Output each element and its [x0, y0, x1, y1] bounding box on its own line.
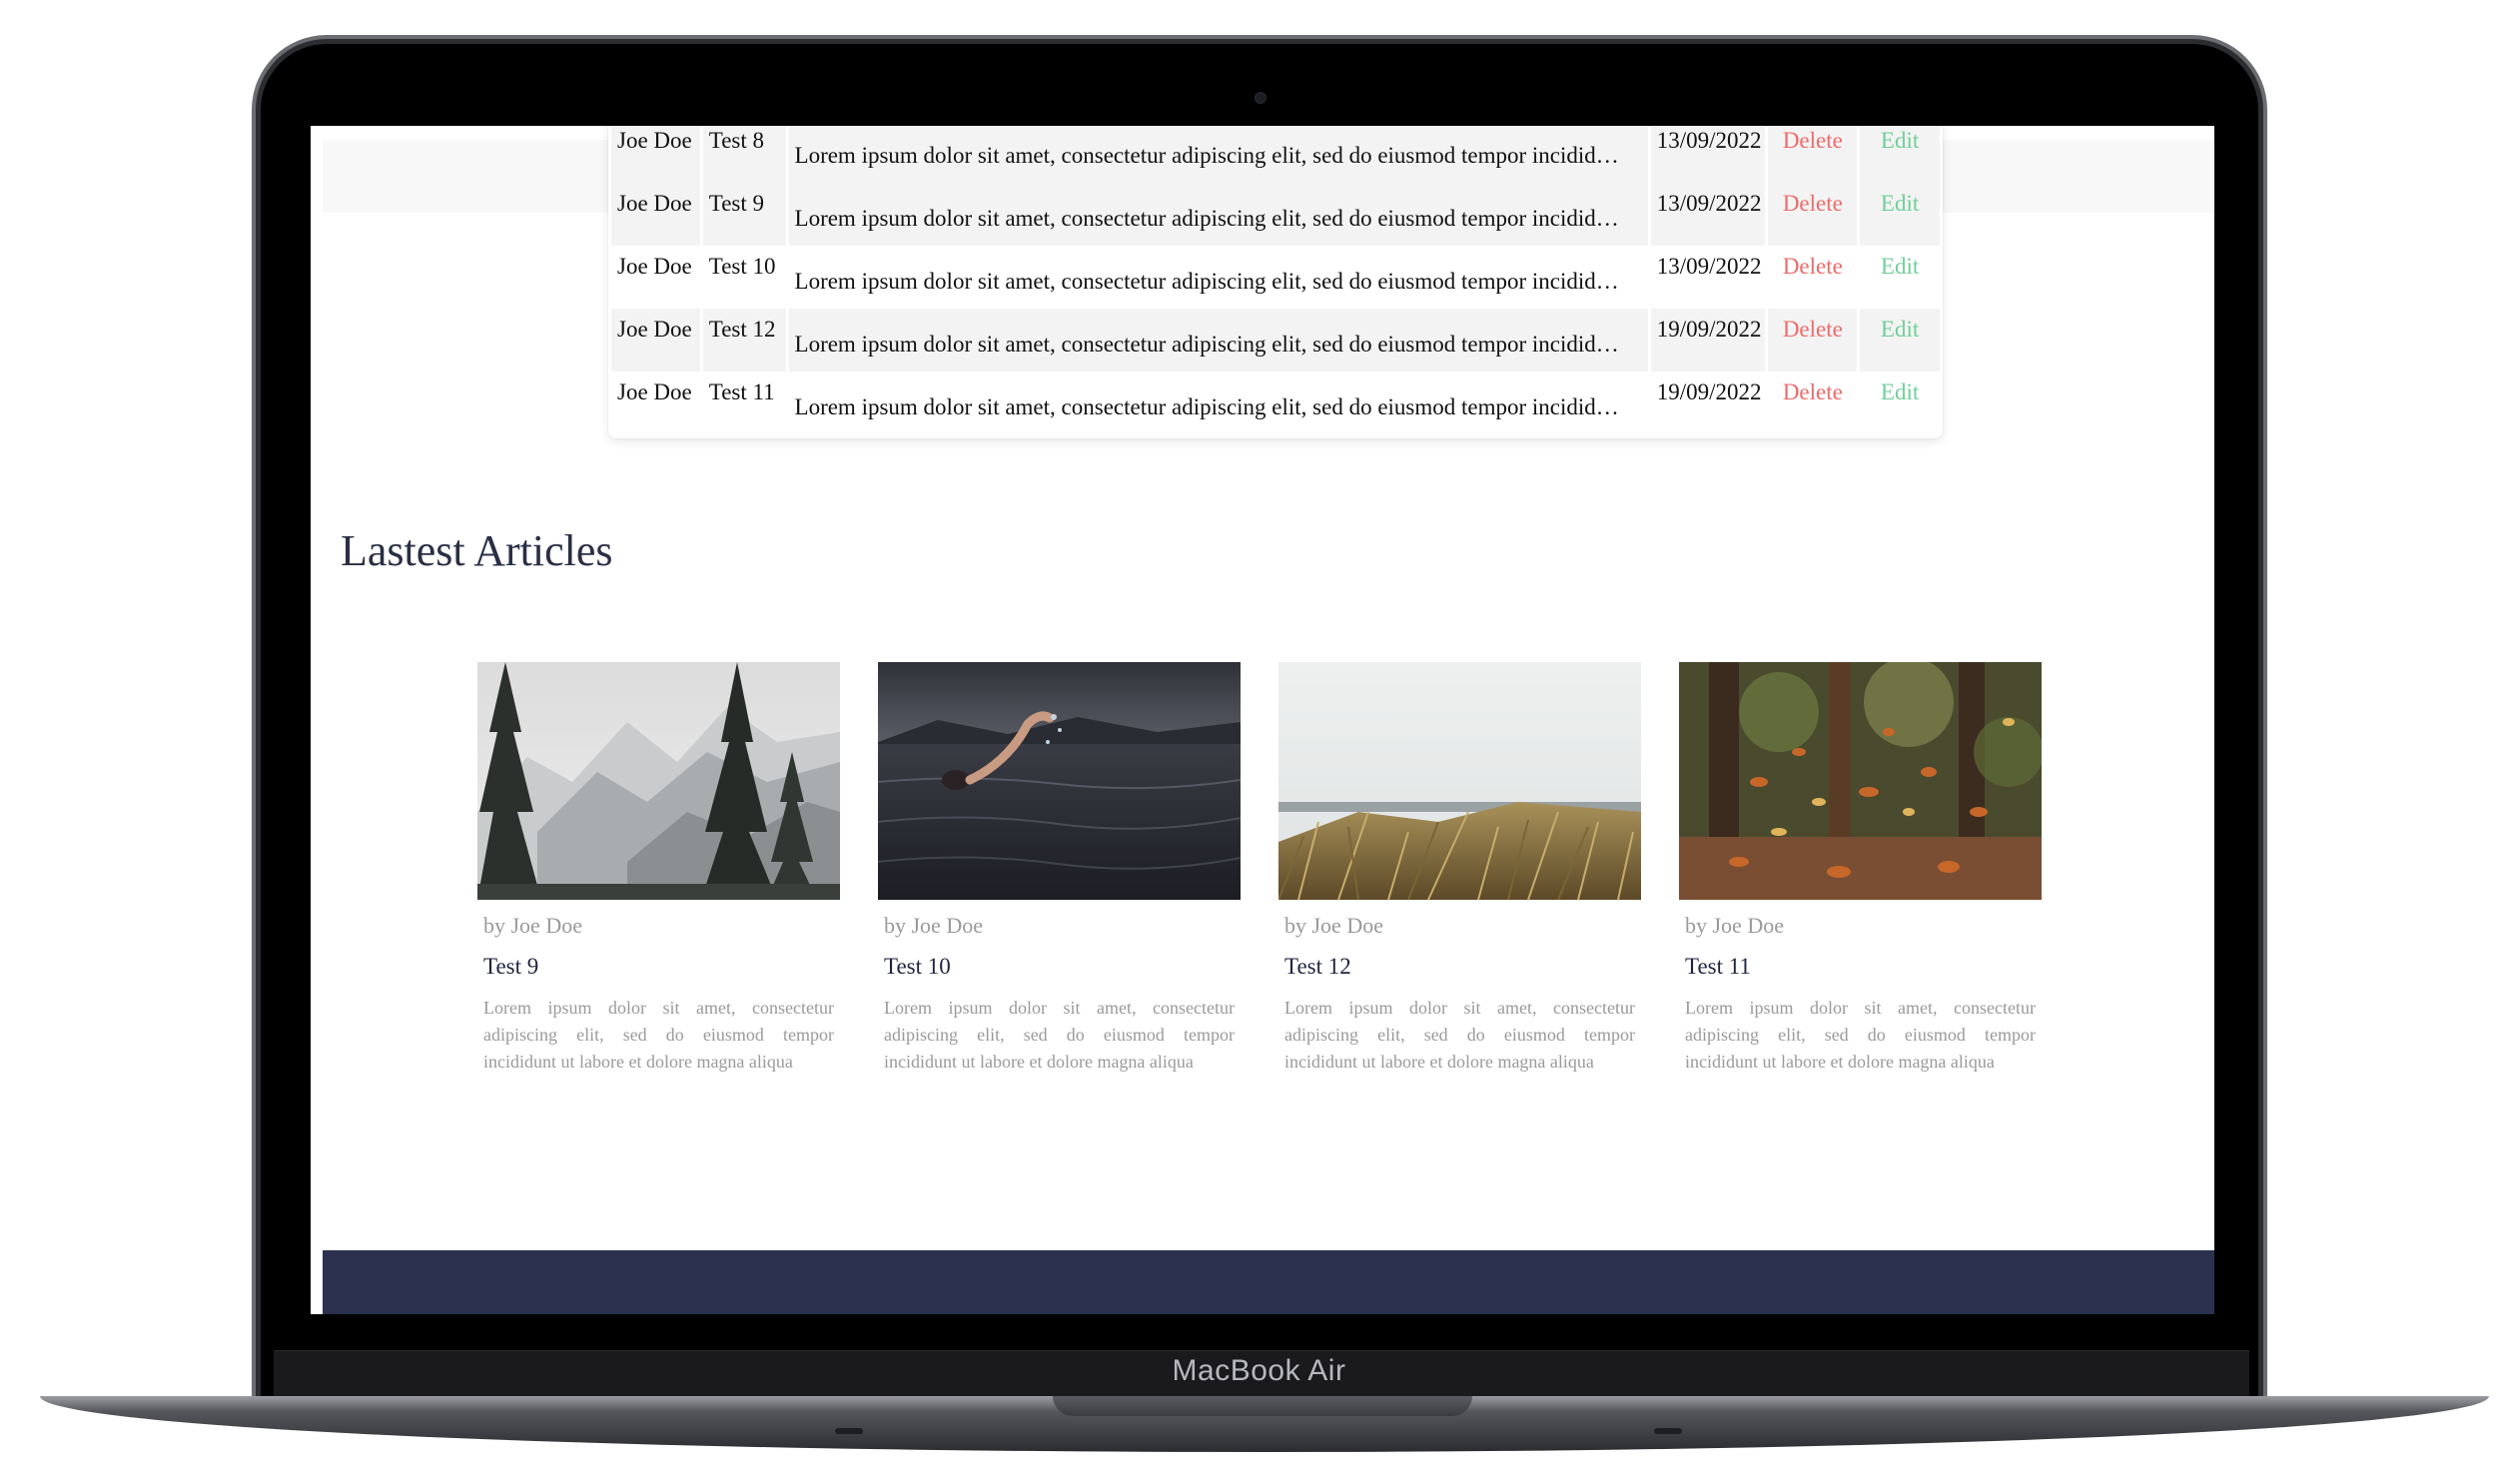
laptop-foot-left [835, 1428, 863, 1434]
article-author: by Joe Doe [1284, 913, 1383, 938]
body-cell: Lorem ipsum dolor sit amet, consectetur … [794, 394, 1619, 419]
body-cell: Lorem ipsum dolor sit amet, consectetur … [788, 126, 1648, 183]
edit-button[interactable]: Edit [1860, 246, 1940, 309]
author-cell: Joe Doe [617, 254, 692, 279]
delete-button[interactable]: Delete [1768, 183, 1858, 246]
article-title[interactable]: Test 11 [1685, 954, 2036, 980]
snowy-mountain-pines-photo[interactable] [477, 662, 840, 900]
title-cell: Test 12 [702, 309, 786, 371]
title-cell: Test 10 [708, 254, 776, 279]
edit-button[interactable]: Edit [1860, 309, 1940, 371]
article-title[interactable]: Test 9 [483, 954, 834, 980]
camera-icon [1255, 92, 1266, 104]
article-card[interactable]: by Joe Doe Test 11 Lorem ipsum dolor sit… [1679, 662, 2042, 1076]
delete-button[interactable]: Delete [1768, 246, 1857, 309]
edit-button[interactable]: Edit [1860, 371, 1940, 434]
autumn-falling-leaves-photo[interactable] [1679, 662, 2042, 900]
edit-button[interactable]: Edit [1860, 126, 1940, 183]
swimmer-in-lake-photo[interactable] [878, 662, 1241, 900]
posts-table: Joe Doe Test 8 Lorem ipsum dolor sit ame… [608, 126, 1943, 438]
article-title[interactable]: Test 12 [1284, 954, 1635, 980]
date-cell: 13/09/2022 [1656, 254, 1762, 279]
table-row: Joe Doe Test 12 Lorem ipsum dolor sit am… [611, 309, 1940, 371]
article-excerpt: Lorem ipsum dolor sit amet, consectetur … [1685, 998, 2036, 1072]
delete-button[interactable]: Delete [1768, 371, 1857, 434]
browser-viewport: Joe Doe Test 8 Lorem ipsum dolor sit ame… [311, 126, 2214, 1314]
beach-dune-grass-photo[interactable] [1278, 662, 1641, 900]
table-row: Joe Doe Test 10 Lorem ipsum dolor sit am… [611, 246, 1940, 309]
body-cell: Lorem ipsum dolor sit amet, consectetur … [794, 269, 1619, 294]
date-cell: 19/09/2022 [1656, 379, 1762, 404]
device-label: MacBook Air [1172, 1354, 1346, 1387]
article-author: by Joe Doe [884, 913, 983, 938]
table-row: Joe Doe Test 11 Lorem ipsum dolor sit am… [611, 371, 1940, 434]
author-cell: Joe Doe [611, 183, 700, 246]
author-cell: Joe Doe [617, 379, 692, 404]
article-author: by Joe Doe [1685, 913, 1784, 938]
title-cell: Test 8 [702, 126, 786, 183]
page-footer [323, 1250, 2214, 1314]
article-excerpt: Lorem ipsum dolor sit amet, consectetur … [884, 998, 1235, 1072]
body-cell: Lorem ipsum dolor sit amet, consectetur … [788, 183, 1648, 246]
article-excerpt: Lorem ipsum dolor sit amet, consectetur … [483, 998, 834, 1072]
edit-button[interactable]: Edit [1860, 183, 1940, 246]
date-cell: 19/09/2022 [1650, 309, 1766, 371]
author-cell: Joe Doe [611, 126, 700, 183]
delete-button[interactable]: Delete [1768, 126, 1858, 183]
article-card[interactable]: by Joe Doe Test 10 Lorem ipsum dolor sit… [878, 662, 1241, 1076]
date-cell: 13/09/2022 [1650, 126, 1766, 183]
article-excerpt: Lorem ipsum dolor sit amet, consectetur … [1284, 998, 1635, 1072]
article-title[interactable]: Test 10 [884, 954, 1235, 980]
article-card[interactable]: by Joe Doe Test 9 Lorem ipsum dolor sit … [477, 662, 840, 1076]
laptop-notch [1053, 1396, 1472, 1416]
article-author: by Joe Doe [483, 913, 582, 938]
title-cell: Test 9 [702, 183, 786, 246]
title-cell: Test 11 [708, 379, 775, 404]
latest-articles-heading: Lastest Articles [341, 526, 613, 575]
laptop-foot-right [1654, 1428, 1682, 1434]
article-card[interactable]: by Joe Doe Test 12 Lorem ipsum dolor sit… [1278, 662, 1641, 1076]
date-cell: 13/09/2022 [1650, 183, 1766, 246]
body-cell: Lorem ipsum dolor sit amet, consectetur … [788, 309, 1648, 371]
table-row: Joe Doe Test 9 Lorem ipsum dolor sit ame… [611, 183, 1940, 246]
delete-button[interactable]: Delete [1768, 309, 1858, 371]
table-row: Joe Doe Test 8 Lorem ipsum dolor sit ame… [611, 126, 1940, 183]
author-cell: Joe Doe [611, 309, 700, 371]
articles-grid: by Joe Doe Test 9 Lorem ipsum dolor sit … [477, 662, 2042, 1076]
